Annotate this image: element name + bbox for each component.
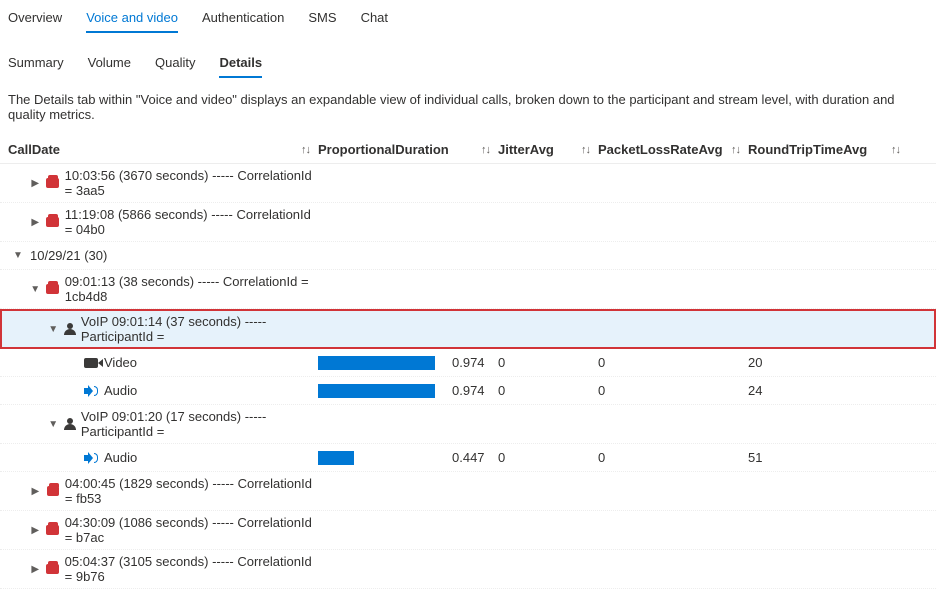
primary-tab-bar: Overview Voice and video Authentication … — [0, 0, 936, 33]
sort-icon[interactable]: ↑↓ — [891, 144, 900, 156]
roundtrip-value: 24 — [748, 383, 762, 398]
chevron-down-icon[interactable]: ▼ — [12, 250, 24, 261]
jitter-value: 0 — [498, 355, 505, 370]
duration-bar — [318, 384, 438, 398]
table-row[interactable]: Audio 0.447 0 0 51 — [0, 444, 936, 472]
chevron-down-icon[interactable]: ▼ — [48, 419, 58, 430]
audio-icon — [84, 385, 98, 397]
description-text: The Details tab within "Voice and video"… — [0, 78, 936, 136]
table-row[interactable]: Video 0.974 0 0 20 — [0, 349, 936, 377]
row-label: 09:01:13 (38 seconds) ----- CorrelationI… — [65, 274, 318, 304]
chevron-right-icon[interactable]: ▶ — [30, 178, 40, 189]
row-label: VoIP 09:01:20 (17 seconds) ----- Partici… — [81, 409, 318, 439]
tab-authentication[interactable]: Authentication — [202, 6, 284, 33]
audio-icon — [84, 452, 98, 464]
col-roundtrip-label[interactable]: RoundTripTimeAvg — [748, 142, 867, 157]
tab-chat[interactable]: Chat — [361, 6, 388, 33]
table-row[interactable]: ▼ VoIP 09:01:20 (17 seconds) ----- Partic… — [0, 405, 936, 444]
row-label: 04:00:45 (1829 seconds) ----- Correlatio… — [65, 476, 318, 506]
roundtrip-value: 20 — [748, 355, 762, 370]
table-header: CallDate ↑↓ ProportionalDuration ↑↓ Jitt… — [0, 136, 936, 164]
duration-bar — [318, 356, 438, 370]
table-row[interactable]: ▶ 04:00:45 (1829 seconds) ----- Correlati… — [0, 472, 936, 511]
row-label: Video — [104, 355, 137, 370]
row-label: Audio — [104, 383, 137, 398]
row-label: 10/29/21 (30) — [30, 248, 107, 263]
tab-sms[interactable]: SMS — [308, 6, 336, 33]
roundtrip-value: 51 — [748, 450, 762, 465]
packet-value: 0 — [598, 355, 605, 370]
chevron-right-icon[interactable]: ▶ — [30, 525, 40, 536]
table-row[interactable]: ▶ 11:19:08 (5866 seconds) ----- Correlati… — [0, 203, 936, 242]
row-label: 05:04:37 (3105 seconds) ----- Correlatio… — [65, 554, 318, 584]
chevron-right-icon[interactable]: ▶ — [30, 486, 41, 497]
row-label: 04:30:09 (1086 seconds) ----- Correlatio… — [65, 515, 318, 545]
propdur-value: 0.974 — [452, 355, 485, 370]
row-label: Audio — [104, 450, 137, 465]
chevron-down-icon[interactable]: ▼ — [48, 324, 58, 335]
video-icon — [84, 358, 98, 368]
col-propdur-label[interactable]: ProportionalDuration — [318, 142, 449, 157]
packet-value: 0 — [598, 450, 605, 465]
table-row[interactable]: ▶ 04:30:09 (1086 seconds) ----- Correlati… — [0, 511, 936, 550]
phone-icon — [46, 178, 58, 188]
secondary-tab-bar: Summary Volume Quality Details — [0, 45, 936, 78]
phone-icon — [46, 284, 58, 294]
person-icon — [64, 418, 74, 430]
subtab-details[interactable]: Details — [219, 51, 262, 78]
packet-value: 0 — [598, 383, 605, 398]
jitter-value: 0 — [498, 383, 505, 398]
sort-icon[interactable]: ↑↓ — [581, 144, 590, 156]
propdur-value: 0.447 — [452, 450, 485, 465]
sort-icon[interactable]: ↑↓ — [301, 144, 310, 156]
phone-icon — [46, 217, 58, 227]
col-packet-label[interactable]: PacketLossRateAvg — [598, 142, 723, 157]
row-label: 11:19:08 (5866 seconds) ----- Correlatio… — [65, 207, 318, 237]
jitter-value: 0 — [498, 450, 505, 465]
table-row[interactable]: ▼ 10/29/21 (30) — [0, 242, 936, 270]
phone-icon — [46, 564, 58, 574]
table-row[interactable]: ▼ VoIP 09:01:14 (37 seconds) ----- Partic… — [0, 309, 936, 349]
tab-voice-and-video[interactable]: Voice and video — [86, 6, 178, 33]
duration-bar — [318, 451, 438, 465]
table-row[interactable]: Audio 0.974 0 0 24 — [0, 377, 936, 405]
chevron-right-icon[interactable]: ▶ — [30, 217, 40, 228]
propdur-value: 0.974 — [452, 383, 485, 398]
chevron-down-icon[interactable]: ▼ — [30, 284, 40, 295]
table-row[interactable]: ▼ 09:01:13 (38 seconds) ----- Correlation… — [0, 270, 936, 309]
table-row[interactable]: ▶ 05:04:37 (3105 seconds) ----- Correlati… — [0, 550, 936, 589]
col-calldate-label[interactable]: CallDate — [8, 142, 60, 157]
phone-icon — [47, 486, 59, 496]
sort-icon[interactable]: ↑↓ — [481, 144, 490, 156]
sort-icon[interactable]: ↑↓ — [731, 144, 740, 156]
row-label: VoIP 09:01:14 (37 seconds) ----- Partici… — [81, 314, 318, 344]
table-body: ▶ 10:03:56 (3670 seconds) ----- Correlati… — [0, 164, 936, 589]
col-jitter-label[interactable]: JitterAvg — [498, 142, 554, 157]
person-icon — [64, 323, 74, 335]
row-label: 10:03:56 (3670 seconds) ----- Correlatio… — [65, 168, 318, 198]
subtab-volume[interactable]: Volume — [88, 51, 131, 78]
chevron-right-icon[interactable]: ▶ — [30, 564, 40, 575]
phone-icon — [46, 525, 58, 535]
subtab-summary[interactable]: Summary — [8, 51, 64, 78]
subtab-quality[interactable]: Quality — [155, 51, 195, 78]
table-row[interactable]: ▶ 10:03:56 (3670 seconds) ----- Correlati… — [0, 164, 936, 203]
tab-overview[interactable]: Overview — [8, 6, 62, 33]
